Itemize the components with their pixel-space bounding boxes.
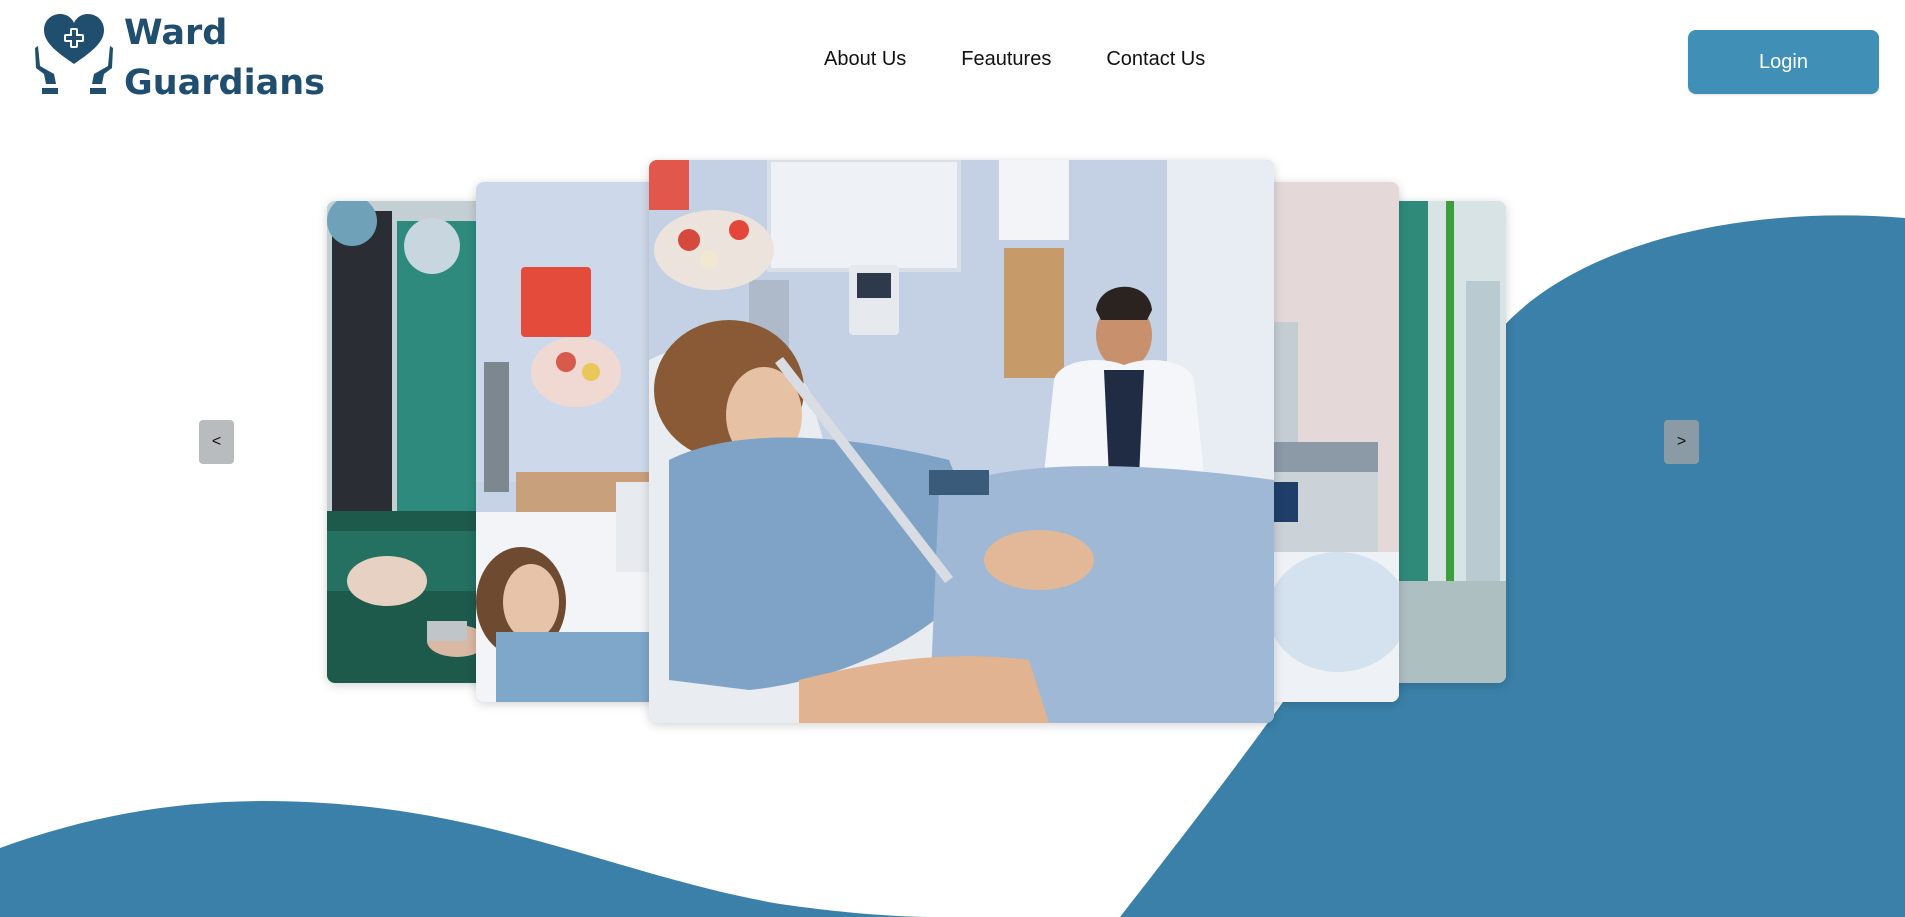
carousel-slide-equipment[interactable] [1258, 182, 1399, 702]
carousel-prev-button[interactable]: < [199, 420, 234, 464]
site-header: Ward Guardians About Us Feautures Contac… [0, 0, 1905, 120]
patient-in-bed-photo [476, 182, 656, 702]
doctor-talking-to-patient-photo [649, 160, 1274, 723]
image-carousel: < > [0, 0, 1905, 917]
carousel-slide-corridor[interactable] [1388, 201, 1506, 683]
brand-name: Ward Guardians [124, 8, 325, 108]
main-nav: About Us Feautures Contact Us [824, 48, 1205, 71]
brand-name-line2: Guardians [124, 63, 325, 103]
brand-name-line1: Ward [124, 13, 228, 53]
nav-contact-us[interactable]: Contact Us [1106, 48, 1205, 71]
nav-features[interactable]: Feautures [961, 48, 1051, 71]
carousel-slide-patient-bed[interactable] [476, 182, 656, 702]
surgery-photo [327, 201, 487, 683]
nav-about-us[interactable]: About Us [824, 48, 906, 71]
carousel-next-button[interactable]: > [1664, 420, 1699, 464]
hospital-corridor-photo [1388, 201, 1506, 683]
carousel-slide-doctor-patient[interactable] [649, 160, 1274, 723]
hospital-equipment-photo [1258, 182, 1399, 702]
login-button[interactable]: Login [1688, 30, 1879, 94]
heart-hands-medical-cross-icon [35, 14, 113, 94]
carousel-slide-surgery[interactable] [327, 201, 487, 683]
brand-logo[interactable]: Ward Guardians [32, 8, 325, 108]
